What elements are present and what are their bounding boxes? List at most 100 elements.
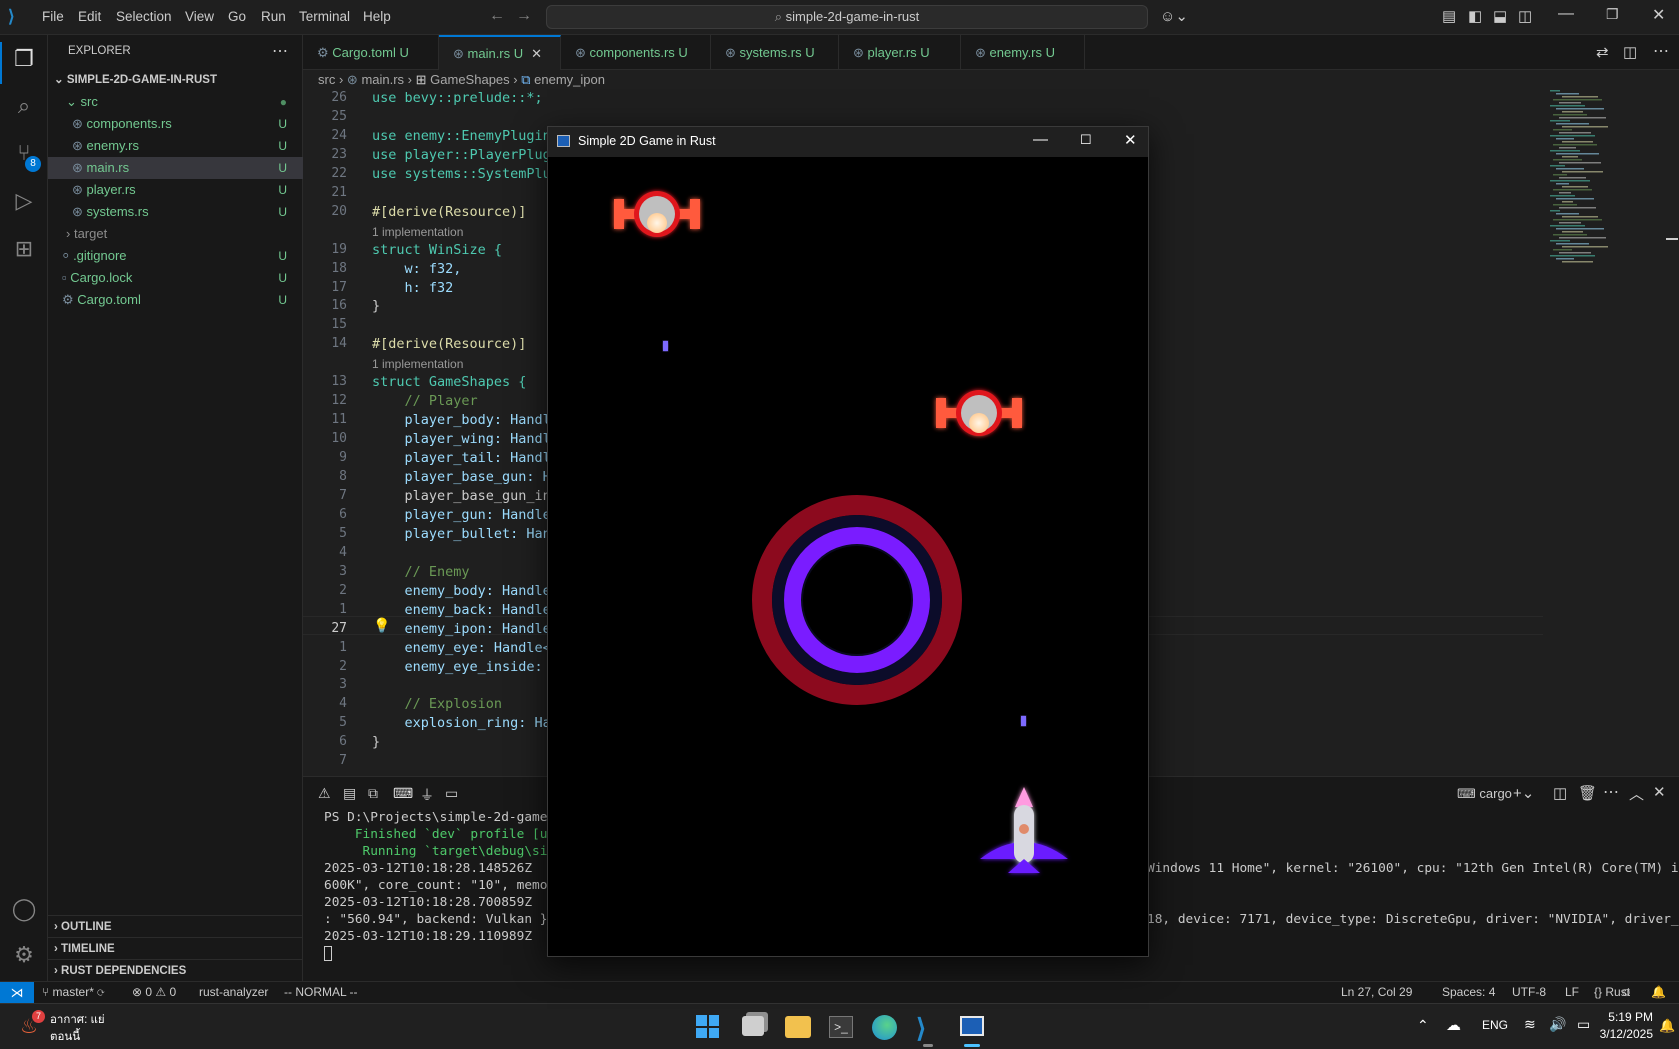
more-actions-icon[interactable]: ⋯ (1653, 41, 1669, 61)
terminal-icon[interactable]: ⌨ (393, 785, 413, 802)
menu-terminal[interactable]: Terminal (299, 9, 350, 24)
tab-cargo-toml[interactable]: ⚙ Cargo.toml U (303, 35, 439, 70)
close-tab-icon[interactable]: ✕ (531, 46, 542, 61)
breadcrumb-item[interactable]: main.rs (361, 72, 404, 87)
terminal-app-icon[interactable]: >_ (829, 1016, 853, 1038)
layout-icon[interactable]: ▤ (1442, 7, 1456, 25)
indentation[interactable]: Spaces: 4 (1442, 985, 1495, 999)
menu-help[interactable]: Help (363, 9, 391, 24)
lightbulb-icon[interactable]: 💡 (373, 617, 390, 634)
terminal-profile[interactable]: ⌨ cargo (1457, 786, 1512, 802)
notification-icon[interactable]: 🔔 (1659, 1018, 1675, 1034)
minimap[interactable] (1548, 90, 1668, 270)
weather-status[interactable]: อากาศ: แย่ (50, 1011, 105, 1029)
debug-console-icon[interactable]: ⧉ (368, 785, 378, 802)
tab-player-rs[interactable]: ⊛ player.rs U (839, 35, 961, 70)
branch-indicator[interactable]: ⑂ master* ⟳ (42, 985, 104, 999)
back-arrow-icon[interactable]: ← (489, 7, 505, 25)
edge-icon[interactable] (872, 1015, 897, 1040)
maximize-panel-icon[interactable]: ︿ (1629, 783, 1644, 804)
game-canvas[interactable] (548, 157, 1148, 956)
codelens-hint[interactable]: 1 implementation (372, 357, 463, 371)
menu-file[interactable]: File (42, 9, 64, 24)
compare-icon[interactable]: ⇄ (1596, 43, 1609, 61)
tree-item-enemy[interactable]: ⊛ enemy.rs U (48, 135, 303, 157)
start-icon[interactable] (696, 1015, 719, 1038)
cloud-icon[interactable]: ☁ (1446, 1016, 1461, 1034)
codelens-hint[interactable]: 1 implementation (372, 225, 463, 239)
cursor-position[interactable]: Ln 27, Col 29 (1341, 985, 1412, 999)
tab-components-rs[interactable]: ⊛ components.rs U (561, 35, 711, 70)
ports-icon[interactable]: ⏚ (420, 785, 434, 805)
copilot-icon[interactable]: ☺⌄ (1160, 7, 1188, 25)
game-minimize-icon[interactable]: — (1033, 131, 1048, 148)
split-editor-icon[interactable]: ◫ (1623, 43, 1637, 61)
tab-systems-rs[interactable]: ⊛ systems.rs U (711, 35, 839, 70)
wifi-icon[interactable]: ≋ (1524, 1016, 1536, 1033)
close-icon[interactable]: ✕ (1652, 5, 1665, 25)
extensions-icon[interactable]: ⊞ (10, 235, 38, 263)
encoding[interactable]: UTF-8 (1512, 985, 1546, 999)
tab-enemy-rs[interactable]: ⊛ enemy.rs U (961, 35, 1085, 70)
volume-icon[interactable]: 🔊 (1549, 1016, 1566, 1033)
input-language[interactable]: ENG (1482, 1018, 1508, 1032)
trash-icon[interactable]: 🗑 (1578, 784, 1597, 802)
restore-icon[interactable]: ❐ (1606, 6, 1619, 23)
more-actions-icon[interactable]: ⋯ (272, 41, 288, 61)
split-terminal-icon[interactable]: ◫ (1553, 784, 1567, 802)
comments-icon[interactable]: ▭ (445, 785, 458, 802)
menu-go[interactable]: Go (228, 9, 246, 24)
tree-item-main[interactable]: ⊛ main.rs U (48, 157, 303, 179)
breadcrumb-item[interactable]: GameShapes (430, 72, 510, 87)
menu-edit[interactable]: Edit (78, 9, 101, 24)
tree-item-player[interactable]: ⊛ player.rs U (48, 179, 303, 201)
file-explorer-icon[interactable] (785, 1016, 811, 1038)
tab-main-rs[interactable]: ⊛ main.rs U ✕ (439, 35, 561, 70)
menu-run[interactable]: Run (261, 9, 286, 24)
tree-item-components[interactable]: ⊛ components.rs U (48, 113, 303, 135)
menu-selection[interactable]: Selection (116, 9, 172, 24)
breadcrumb-item[interactable]: enemy_ipon (534, 72, 605, 87)
add-terminal-icon[interactable]: +⌄ (1513, 784, 1534, 802)
scrollbar-thumb[interactable] (1666, 238, 1678, 240)
game-window[interactable]: Simple 2D Game in Rust — ☐ ✕ (547, 126, 1149, 957)
outline-section[interactable]: › OUTLINE (48, 915, 303, 937)
tree-item-cargo-lock[interactable]: ▫ Cargo.lock U (48, 267, 303, 289)
game-window-taskbar-icon[interactable] (960, 1016, 984, 1036)
close-panel-icon[interactable]: ✕ (1653, 783, 1666, 801)
toggle-panel-icon[interactable]: ⬓ (1493, 7, 1507, 25)
minimize-icon[interactable]: — (1558, 5, 1574, 23)
timeline-section[interactable]: › TIMELINE (48, 937, 303, 959)
more-actions-icon[interactable]: ⋯ (1603, 782, 1619, 802)
eol[interactable]: LF (1565, 985, 1579, 999)
remote-icon[interactable]: ⋊ (0, 982, 34, 1003)
tree-item-systems[interactable]: ⊛ systems.rs U (48, 201, 303, 223)
tree-item-cargo-toml[interactable]: ⚙ Cargo.toml U (48, 289, 303, 311)
explorer-icon[interactable]: ❐ (10, 45, 38, 73)
forward-arrow-icon[interactable]: → (516, 7, 532, 25)
problems-icon[interactable]: ⚠ (318, 785, 331, 802)
vscode-taskbar-icon[interactable]: ⟩ (916, 1013, 926, 1044)
breadcrumb-item[interactable]: src (318, 72, 335, 87)
chevron-up-icon[interactable]: ⌃ (1417, 1017, 1429, 1034)
toggle-secondary-sidebar-icon[interactable]: ◫ (1518, 7, 1532, 25)
game-close-icon[interactable]: ✕ (1124, 131, 1137, 149)
clock-time[interactable]: 5:19 PM (1603, 1010, 1653, 1024)
toggle-sidebar-icon[interactable]: ◧ (1468, 7, 1482, 25)
rust-deps-section[interactable]: › RUST DEPENDENCIES (48, 959, 303, 981)
copilot-status-icon[interactable]: ☺ (1620, 985, 1632, 999)
clock-date[interactable]: 3/12/2025 (1580, 1027, 1653, 1041)
tree-item-target[interactable]: › target (48, 223, 303, 245)
rust-analyzer-status[interactable]: rust-analyzer (199, 985, 268, 999)
explorer-root[interactable]: ⌄ SIMPLE-2D-GAME-IN-RUST (48, 69, 303, 91)
command-center[interactable]: ⌕ simple-2d-game-in-rust (546, 5, 1148, 29)
task-view-icon[interactable] (742, 1016, 764, 1036)
problems-indicator[interactable]: ⊗ 0 ⚠ 0 (132, 985, 176, 999)
gear-icon[interactable]: ⚙ (10, 941, 38, 969)
tree-item-gitignore[interactable]: ⸰ .gitignore U (48, 245, 303, 267)
bell-icon[interactable]: 🔔 (1651, 985, 1666, 999)
output-icon[interactable]: ▤ (343, 785, 356, 802)
game-window-titlebar[interactable]: Simple 2D Game in Rust — ☐ ✕ (548, 127, 1148, 157)
tree-item-src[interactable]: ⌄ src ● (48, 91, 303, 113)
account-icon[interactable]: ◯ (10, 895, 38, 923)
